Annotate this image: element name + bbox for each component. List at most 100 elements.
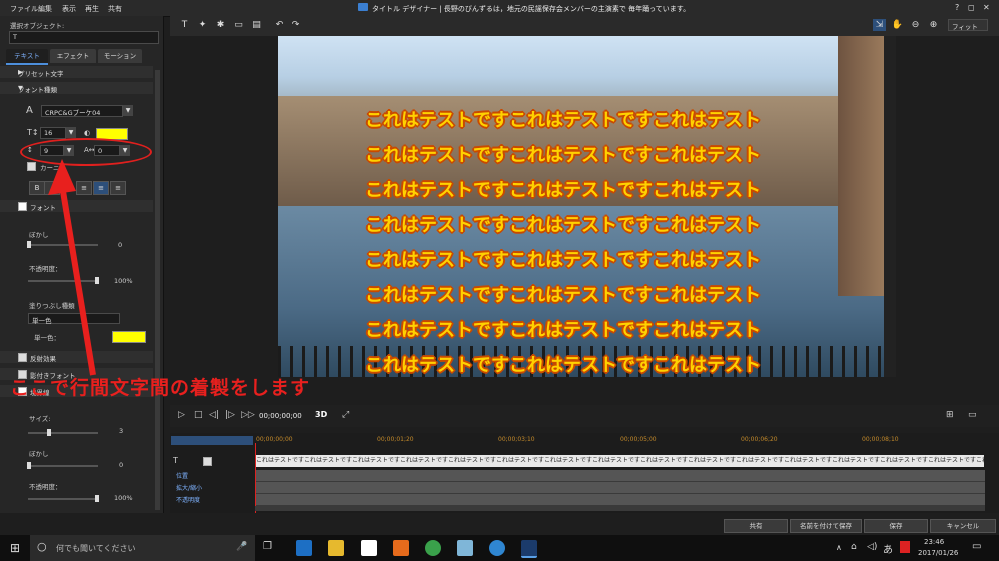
size-slider-track[interactable]	[28, 432, 98, 434]
close-icon[interactable]: ✕	[983, 3, 990, 12]
selected-object-field[interactable]: T	[9, 31, 159, 44]
section-font-type[interactable]: ▼ フォント種類	[0, 82, 153, 94]
grid-icon[interactable]: ⊞	[946, 410, 954, 420]
ruler-tick: 00;00;01;20	[377, 436, 414, 443]
caption-line[interactable]: これはテストですこれはテストですこれはテスト	[365, 106, 761, 132]
hand-tool-icon[interactable]: ✋	[891, 19, 904, 31]
caption-line[interactable]: これはテストですこれはテストですこれはテスト	[365, 281, 761, 307]
search-box[interactable]: ○ 何でも聞いてください 🎤	[30, 535, 255, 561]
windows-start-icon[interactable]: ⊞	[10, 541, 20, 555]
microphone-icon[interactable]: 🎤	[236, 542, 247, 552]
help-icon[interactable]: ?	[955, 3, 959, 12]
timeline-zoom-bar[interactable]	[171, 436, 253, 445]
preview-window-icon[interactable]: ▭	[968, 410, 977, 420]
powerdirector-icon[interactable]	[521, 540, 537, 558]
volume-icon[interactable]: ◁)	[867, 542, 877, 552]
reflection-checkbox[interactable]	[18, 353, 27, 362]
prev-frame-icon[interactable]: ◁|	[209, 410, 219, 420]
cancel-button[interactable]: キャンセル	[930, 519, 996, 533]
font-name-field[interactable]: CRPC&Gブーケ04	[41, 105, 123, 117]
fullscreen-icon[interactable]: ⤢	[342, 410, 349, 420]
track-opacity[interactable]	[255, 494, 985, 506]
ruler-tick: 00;00;05;00	[620, 436, 657, 443]
track-scale[interactable]	[255, 482, 985, 494]
fill-color-swatch[interactable]	[112, 331, 146, 343]
tab-text[interactable]: テキスト	[6, 49, 48, 65]
tab-effect[interactable]: エフェクト	[50, 49, 96, 63]
align-right-icon[interactable]: ≡	[110, 181, 126, 195]
next-frame-icon[interactable]: |▷	[225, 410, 235, 420]
tab-motion[interactable]: モーション	[98, 49, 142, 63]
menu-play[interactable]: 再生	[85, 4, 99, 14]
font-size-dropdown-icon[interactable]: ▼	[66, 127, 76, 138]
border-blur-slider-knob[interactable]	[27, 462, 31, 469]
font-face-checkbox[interactable]	[18, 202, 27, 211]
clock-time[interactable]: 23:46	[924, 538, 944, 546]
ruler-tick: 00;00;06;20	[741, 436, 778, 443]
blur-slider-knob[interactable]	[27, 241, 31, 248]
panel-scrollbar[interactable]	[155, 70, 160, 510]
insert-shape-icon[interactable]: ▤	[250, 19, 263, 31]
border-blur-slider-track[interactable]	[28, 465, 98, 467]
media-icon[interactable]	[393, 540, 409, 556]
fast-forward-icon[interactable]: ▷▷	[241, 410, 255, 420]
redo-icon[interactable]: ↷	[289, 19, 302, 31]
text-track-label: T	[173, 456, 178, 465]
kerning-checkbox[interactable]	[27, 162, 36, 171]
save-button[interactable]: 保存	[864, 519, 928, 533]
zoom-select[interactable]: フィット	[948, 19, 988, 31]
font-size-field[interactable]: 16	[40, 127, 66, 139]
play-icon[interactable]: ▷	[178, 410, 185, 420]
video-preview[interactable]: これはテストですこれはテストですこれはテスト これはテストですこれはテストですこ…	[278, 36, 884, 377]
menu-view[interactable]: 表示	[62, 4, 76, 14]
preview-scrollbar[interactable]	[884, 36, 896, 377]
edge-icon[interactable]	[296, 540, 312, 556]
zoom-in-icon[interactable]: ⊕	[927, 19, 940, 31]
caption-line[interactable]: これはテストですこれはテストですこれはテスト	[365, 141, 761, 167]
clock-date[interactable]: 2017/01/26	[918, 549, 958, 557]
task-view-icon[interactable]: ❐	[263, 541, 272, 552]
menu-edit[interactable]: 編集	[38, 4, 52, 14]
zoom-out-icon[interactable]: ⊖	[909, 19, 922, 31]
border-opacity-slider-knob[interactable]	[95, 495, 99, 502]
undo-icon[interactable]: ↶	[273, 19, 286, 31]
border-opacity-slider-track[interactable]	[28, 498, 98, 500]
text-track-checkbox[interactable]	[203, 457, 212, 466]
insert-particle-icon[interactable]: ✦	[196, 19, 209, 31]
size-slider-knob[interactable]	[47, 429, 51, 436]
insert-image-icon[interactable]: ✱	[214, 19, 227, 31]
tray-chevron-icon[interactable]: ∧	[836, 543, 842, 552]
explorer-icon[interactable]	[328, 540, 344, 556]
ime-indicator[interactable]: あ	[883, 541, 893, 556]
text-clip[interactable]: これはテストですこれはテストですこれはテストですこれはテストですこれはテストです…	[256, 455, 984, 467]
insert-background-icon[interactable]: ▭	[232, 19, 245, 31]
caption-line[interactable]: これはテストですこれはテストですこれはテスト	[365, 316, 761, 342]
acrobat-tray-icon[interactable]	[900, 541, 910, 553]
store-icon[interactable]	[361, 540, 377, 556]
track-position-label: 位置	[176, 473, 189, 480]
3d-toggle[interactable]: 3D	[315, 410, 327, 419]
stop-icon[interactable]: □	[194, 410, 203, 420]
caption-line[interactable]: これはテストですこれはテストですこれはテスト	[365, 351, 761, 377]
preview-toolbar: T ✦ ✱ ▭ ▤ ↶ ↷ ⇲ ✋ ⊖ ⊕ フィット	[170, 16, 999, 36]
save-as-button[interactable]: 名前を付けて保存	[790, 519, 862, 533]
playhead[interactable]	[255, 443, 256, 513]
timeline-scrollbar[interactable]	[255, 506, 985, 511]
ie-icon[interactable]	[489, 540, 505, 556]
chrome-icon[interactable]	[425, 540, 441, 556]
track-position[interactable]	[255, 470, 985, 482]
notification-icon[interactable]: ▭	[972, 541, 981, 552]
menu-file[interactable]: ファイル	[10, 4, 38, 14]
app-icon-2[interactable]	[457, 540, 473, 556]
share-button[interactable]: 共有	[724, 519, 788, 533]
caption-line[interactable]: これはテストですこれはテストですこれはテスト	[365, 176, 761, 202]
insert-text-icon[interactable]: T	[178, 19, 191, 31]
section-preset[interactable]: ▶ プリセット文字	[0, 66, 153, 78]
font-dropdown-icon[interactable]: ▼	[123, 105, 133, 116]
select-tool-icon[interactable]: ⇲	[873, 19, 886, 31]
caption-line[interactable]: これはテストですこれはテストですこれはテスト	[365, 246, 761, 272]
network-icon[interactable]: ⌂	[851, 542, 857, 552]
menu-share[interactable]: 共有	[108, 4, 122, 14]
restore-icon[interactable]: ◻	[968, 3, 975, 12]
caption-line[interactable]: これはテストですこれはテストですこれはテスト	[365, 211, 761, 237]
